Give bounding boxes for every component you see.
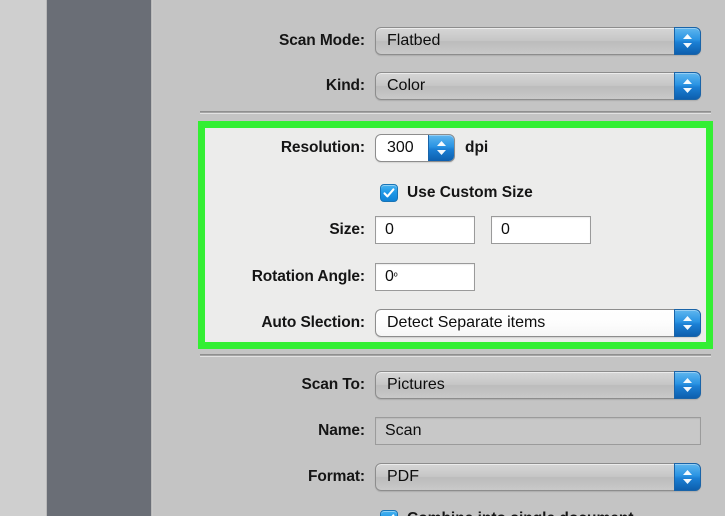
row-format: Format: PDF xyxy=(215,462,715,492)
degree-symbol: º xyxy=(394,272,398,283)
size-width-input[interactable]: 0 xyxy=(375,216,475,244)
name-value: Scan xyxy=(385,422,421,440)
kind-label: Kind: xyxy=(215,77,375,95)
kind-dropdown[interactable]: Color xyxy=(375,72,701,100)
format-label: Format: xyxy=(215,468,375,486)
section-divider-top xyxy=(200,111,711,114)
updown-chevron-icon[interactable] xyxy=(674,309,701,337)
name-input[interactable]: Scan xyxy=(375,417,701,445)
auto-selection-label: Auto Slection: xyxy=(215,314,375,332)
row-resolution: Resolution: 300 dpi xyxy=(215,133,715,163)
size-height-value: 0 xyxy=(501,221,510,239)
size-label: Size: xyxy=(215,221,375,239)
combine-into-single-document-row[interactable]: Combine into single document xyxy=(380,504,633,516)
row-name: Name: Scan xyxy=(215,416,715,446)
scan-to-label: Scan To: xyxy=(215,376,375,394)
updown-chevron-icon[interactable] xyxy=(674,371,701,399)
row-auto-selection: Auto Slection: Detect Separate items xyxy=(215,308,715,338)
resolution-label: Resolution: xyxy=(215,139,375,157)
use-custom-size-checkbox[interactable] xyxy=(380,184,398,202)
use-custom-size-label: Use Custom Size xyxy=(407,184,533,202)
auto-selection-dropdown[interactable]: Detect Separate items xyxy=(375,309,701,337)
use-custom-size-checkbox-row[interactable]: Use Custom Size xyxy=(380,178,533,208)
resolution-unit-label: dpi xyxy=(465,139,488,157)
resolution-stepper-field[interactable]: 300 xyxy=(375,134,455,162)
rotation-angle-input[interactable]: 0º xyxy=(375,263,475,291)
updown-chevron-icon[interactable] xyxy=(428,134,455,162)
size-height-input[interactable]: 0 xyxy=(491,216,591,244)
rotation-angle-value: 0 xyxy=(385,268,394,286)
auto-selection-value: Detect Separate items xyxy=(376,314,674,332)
section-divider-bottom xyxy=(200,354,711,357)
name-label: Name: xyxy=(215,422,375,440)
row-size: Size: 0 0 xyxy=(215,215,715,245)
kind-value: Color xyxy=(376,77,674,95)
format-value: PDF xyxy=(376,468,674,486)
scan-to-dropdown[interactable]: Pictures xyxy=(375,371,701,399)
size-width-value: 0 xyxy=(385,221,394,239)
row-rotation-angle: Rotation Angle: 0º xyxy=(215,262,715,292)
updown-chevron-icon[interactable] xyxy=(674,72,701,100)
row-scan-mode: Scan Mode: Flatbed xyxy=(215,26,715,56)
resolution-value[interactable]: 300 xyxy=(376,139,428,157)
row-kind: Kind: Color xyxy=(215,71,715,101)
combine-into-single-document-checkbox[interactable] xyxy=(380,510,398,516)
scan-mode-value: Flatbed xyxy=(376,32,674,50)
combine-into-single-document-label: Combine into single document xyxy=(407,510,633,516)
window-left-gutter xyxy=(0,0,46,516)
scan-mode-dropdown[interactable]: Flatbed xyxy=(375,27,701,55)
updown-chevron-icon[interactable] xyxy=(674,27,701,55)
scan-mode-label: Scan Mode: xyxy=(215,32,375,50)
format-dropdown[interactable]: PDF xyxy=(375,463,701,491)
scan-to-value: Pictures xyxy=(376,376,674,394)
rotation-angle-label: Rotation Angle: xyxy=(215,268,375,286)
row-scan-to: Scan To: Pictures xyxy=(215,370,715,400)
window-sidebar-dark-band xyxy=(46,0,152,516)
updown-chevron-icon[interactable] xyxy=(674,463,701,491)
